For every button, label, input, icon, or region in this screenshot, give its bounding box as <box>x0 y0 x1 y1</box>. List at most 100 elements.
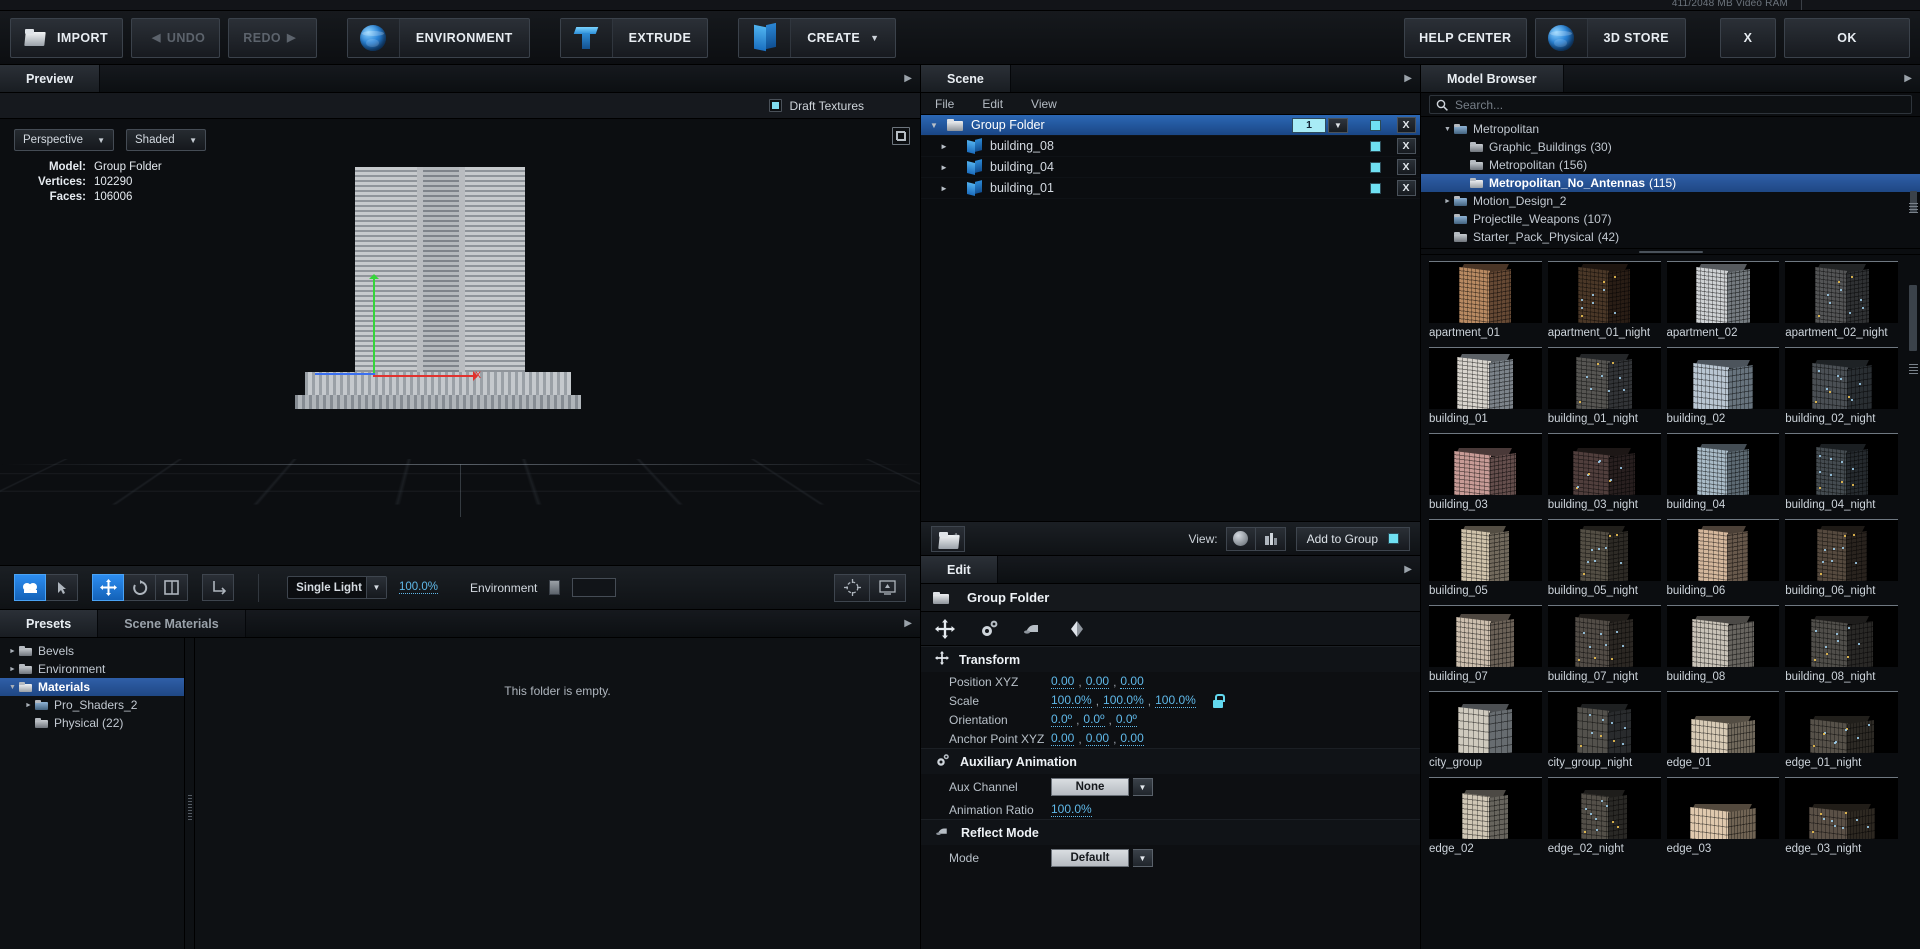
focus-target-button[interactable] <box>834 573 870 602</box>
scene-row-count[interactable]: 1 <box>1292 117 1326 133</box>
dropdown-value[interactable]: None <box>1051 778 1129 796</box>
model-thumbnail[interactable] <box>1785 433 1898 495</box>
property-dropdown[interactable]: None ▼ <box>1051 778 1153 796</box>
create-button[interactable]: CREATE ▼ <box>738 17 897 58</box>
model-grid-scroll-grip[interactable] <box>1909 363 1918 374</box>
environment-button[interactable]: ENVIRONMENT <box>346 17 530 58</box>
model-grid-cell[interactable]: building_01 <box>1429 347 1548 433</box>
model-thumbnail[interactable] <box>1429 261 1542 323</box>
scene-menu-edit[interactable]: Edit <box>982 97 1003 111</box>
presets-tree-item[interactable]: Physical (22) <box>0 714 184 732</box>
delete-row-button[interactable]: X <box>1396 180 1416 196</box>
axis-y-gizmo[interactable] <box>369 274 379 377</box>
model-grid-cell[interactable]: building_03_night <box>1547 433 1667 519</box>
delete-row-button[interactable]: X <box>1396 159 1416 175</box>
property-value[interactable]: 100.0% <box>1155 693 1196 708</box>
camera-tool-button[interactable] <box>14 574 46 601</box>
help-center-button[interactable]: HELP CENTER <box>1404 17 1527 58</box>
light-intensity-value[interactable]: 100.0% <box>399 581 439 594</box>
model-browser-tree-item[interactable]: Metropolitan (156) <box>1421 156 1920 174</box>
camera-mode-dropdown[interactable]: Perspective ▼ <box>14 129 114 151</box>
add-to-group-button[interactable]: Add to Group <box>1295 526 1410 551</box>
model-browser-tree-item[interactable]: Starter_Pack_Physical (42) <box>1421 228 1920 246</box>
model-thumbnail[interactable] <box>1666 605 1780 667</box>
model-thumbnail-grid[interactable]: apartment_01 apartment_01_night apartment_… <box>1421 255 1920 863</box>
fit-to-screen-button[interactable] <box>870 573 906 602</box>
model-thumbnail[interactable] <box>1785 519 1898 581</box>
model-thumbnail[interactable] <box>1429 433 1542 495</box>
model-grid-cell[interactable]: building_04_night <box>1785 433 1904 519</box>
preview-panel-expand-icon[interactable]: ▶ <box>904 73 912 84</box>
model-browser-expand-icon[interactable]: ▶ <box>1904 73 1912 84</box>
model-browser-tree-item[interactable]: Metropolitan_No_Antennas (115) <box>1421 174 1920 192</box>
chevron-right-icon[interactable]: ► <box>1441 198 1454 205</box>
property-section-header[interactable]: Transform <box>921 646 1420 672</box>
model-grid-cell[interactable]: apartment_01_night <box>1547 261 1667 347</box>
model-grid-cell[interactable]: building_02 <box>1666 347 1786 433</box>
reflect-icon[interactable] <box>1023 619 1043 639</box>
model-grid-cell[interactable]: city_group <box>1429 691 1548 777</box>
property-value[interactable]: 0.00 <box>1085 731 1110 746</box>
tab-scene[interactable]: Scene <box>921 65 1011 92</box>
chevron-right-icon[interactable]: ► <box>22 702 35 709</box>
model-browser-tree[interactable]: ▼ Metropolitan Graphic_Buildings (30) Metro… <box>1421 117 1920 249</box>
model-grid-cell[interactable]: apartment_02 <box>1666 261 1786 347</box>
scene-menu-file[interactable]: File <box>935 97 954 111</box>
model-grid-scroll-thumb[interactable] <box>1909 285 1917 351</box>
model-grid-cell[interactable]: building_01_night <box>1547 347 1667 433</box>
model-grid-cell[interactable]: edge_01_night <box>1785 691 1904 777</box>
model-grid-cell[interactable]: edge_01 <box>1666 691 1786 777</box>
model-browser-tree-item[interactable]: ▼ Metropolitan <box>1421 120 1920 138</box>
model-thumbnail[interactable] <box>1666 261 1780 323</box>
chevron-right-icon[interactable]: ► <box>921 142 967 151</box>
model-thumbnail[interactable] <box>1666 519 1780 581</box>
presets-tree-item[interactable]: ► Pro_Shaders_2 <box>0 696 184 714</box>
tab-scene-materials[interactable]: Scene Materials <box>98 610 246 637</box>
property-value[interactable]: 0.0º <box>1115 712 1137 727</box>
presets-panel-expand-icon[interactable]: ▶ <box>904 618 912 629</box>
presets-tree-item[interactable]: ▼ Materials <box>0 678 184 696</box>
rotate-tool-button[interactable] <box>124 574 156 601</box>
model-grid-cell[interactable]: building_03 <box>1429 433 1548 519</box>
new-folder-button[interactable]: + <box>931 525 965 552</box>
visibility-toggle[interactable] <box>1358 182 1392 194</box>
model-grid-cell[interactable]: building_05_night <box>1547 519 1667 605</box>
gears-icon[interactable] <box>979 619 999 639</box>
model-thumbnail[interactable] <box>1429 605 1542 667</box>
scene-hierarchy-list[interactable]: ▼ Group Folder 1 ▼ X ► building_08 X ► building_0… <box>921 115 1420 521</box>
import-button[interactable]: IMPORT <box>10 17 124 58</box>
axis-x-gizmo[interactable] <box>373 371 478 381</box>
model-thumbnail[interactable] <box>1547 519 1661 581</box>
model-grid-cell[interactable]: building_08_night <box>1785 605 1904 691</box>
visibility-toggle[interactable] <box>1358 140 1392 152</box>
model-thumbnail[interactable] <box>1547 261 1661 323</box>
property-dropdown[interactable]: Default ▼ <box>1051 849 1153 867</box>
mirror-icon[interactable] <box>1067 619 1087 639</box>
model-thumbnail[interactable] <box>1547 347 1661 409</box>
dropdown-value[interactable]: Default <box>1051 849 1129 867</box>
model-grid-cell[interactable]: building_06_night <box>1785 519 1904 605</box>
edit-panel-expand-icon[interactable]: ▶ <box>1404 564 1412 575</box>
model-grid-cell[interactable]: apartment_01 <box>1429 261 1548 347</box>
chevron-down-icon[interactable]: ▼ <box>1133 778 1153 796</box>
property-section-header[interactable]: Reflect Mode <box>921 819 1420 845</box>
shading-mode-dropdown[interactable]: Shaded ▼ <box>126 129 206 151</box>
axis-tool-button[interactable] <box>202 574 234 601</box>
model-thumbnail[interactable] <box>1785 261 1898 323</box>
model-thumbnail[interactable] <box>1666 777 1780 839</box>
visibility-toggle[interactable] <box>1358 119 1392 131</box>
presets-tree-item[interactable]: ► Bevels <box>0 642 184 660</box>
scale-tool-button[interactable] <box>156 574 188 601</box>
model-thumbnail[interactable] <box>1547 605 1661 667</box>
model-thumbnail[interactable] <box>1547 433 1661 495</box>
scene-panel-expand-icon[interactable]: ▶ <box>1404 73 1412 84</box>
property-value[interactable]: 0.00 <box>1051 731 1075 746</box>
model-grid-cell[interactable]: edge_03 <box>1666 777 1786 863</box>
tab-model-browser[interactable]: Model Browser <box>1421 65 1564 92</box>
model-thumbnail[interactable] <box>1429 347 1542 409</box>
draft-textures-checkbox[interactable] <box>768 99 782 112</box>
transform-icon[interactable] <box>935 618 955 639</box>
chevron-right-icon[interactable]: ► <box>921 163 967 172</box>
view-model-button[interactable] <box>1255 526 1286 551</box>
model-thumbnail[interactable] <box>1547 777 1661 839</box>
